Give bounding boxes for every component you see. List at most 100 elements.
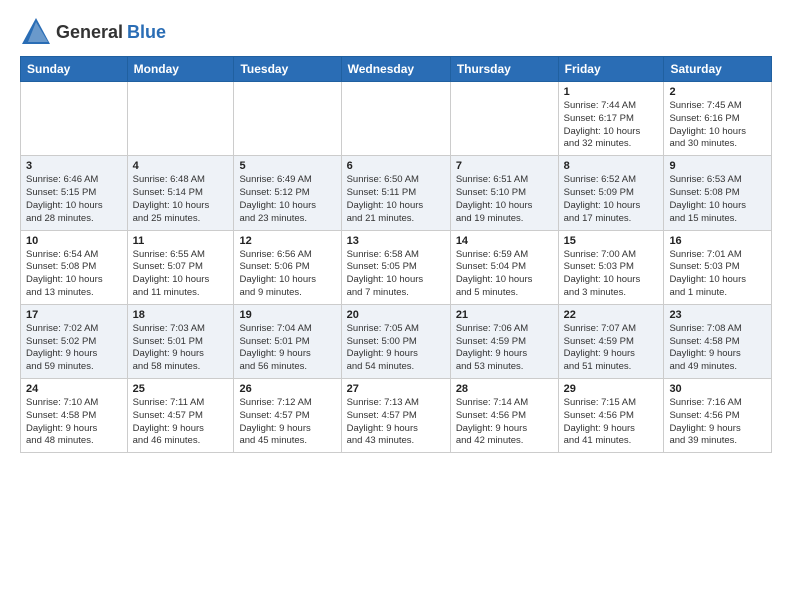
day-number: 9 <box>669 160 766 172</box>
day-number: 22 <box>564 309 659 321</box>
day-number: 23 <box>669 309 766 321</box>
day-number: 20 <box>347 309 445 321</box>
day-cell: 15Sunrise: 7:00 AMSunset: 5:03 PMDayligh… <box>558 230 664 304</box>
day-number: 10 <box>26 235 122 247</box>
day-cell: 27 Sunrise: 7:13 AMSunset: 4:57 PMDayligh… <box>341 379 450 453</box>
day-number: 5 <box>239 160 335 172</box>
weekday-header-tuesday: Tuesday <box>234 57 341 82</box>
day-cell: 14 Sunrise: 6:59 AMSunset: 5:04 PMDayligh… <box>450 230 558 304</box>
week-row-3: 10 Sunrise: 6:54 AMSunset: 5:08 PMDayligh… <box>21 230 772 304</box>
day-info: Sunrise: 6:50 AMSunset: 5:11 PMDaylight:… <box>347 174 445 225</box>
day-cell: 16 Sunrise: 7:01 AMSunset: 5:03 PMDayligh… <box>664 230 772 304</box>
logo-general: General <box>56 22 123 43</box>
day-cell: 25Sunrise: 7:11 AMSunset: 4:57 PMDayligh… <box>127 379 234 453</box>
logo-area: General Blue <box>20 16 166 48</box>
day-info: Sunrise: 7:11 AMSunset: 4:57 PMDaylight:… <box>133 397 229 448</box>
weekday-header-wednesday: Wednesday <box>341 57 450 82</box>
day-cell: 19 Sunrise: 7:04 AMSunset: 5:01 PMDayligh… <box>234 304 341 378</box>
week-row-4: 17 Sunrise: 7:02 AMSunset: 5:02 PMDayligh… <box>21 304 772 378</box>
day-info: Sunrise: 6:54 AMSunset: 5:08 PMDaylight:… <box>26 249 122 300</box>
day-cell: 28 Sunrise: 7:14 AMSunset: 4:56 PMDayligh… <box>450 379 558 453</box>
day-number: 24 <box>26 383 122 395</box>
day-info: Sunrise: 7:14 AMSunset: 4:56 PMDaylight:… <box>456 397 553 448</box>
day-cell: 24 Sunrise: 7:10 AMSunset: 4:58 PMDayligh… <box>21 379 128 453</box>
day-cell: 17 Sunrise: 7:02 AMSunset: 5:02 PMDayligh… <box>21 304 128 378</box>
day-number: 27 <box>347 383 445 395</box>
day-number: 13 <box>347 235 445 247</box>
week-row-1: 1Sunrise: 7:44 AMSunset: 6:17 PMDaylight… <box>21 82 772 156</box>
day-number: 3 <box>26 160 122 172</box>
day-info: Sunrise: 6:49 AMSunset: 5:12 PMDaylight:… <box>239 174 335 225</box>
day-info: Sunrise: 6:48 AMSunset: 5:14 PMDaylight:… <box>133 174 229 225</box>
weekday-header-friday: Friday <box>558 57 664 82</box>
day-info: Sunrise: 6:55 AMSunset: 5:07 PMDaylight:… <box>133 249 229 300</box>
day-info: Sunrise: 7:06 AMSunset: 4:59 PMDaylight:… <box>456 323 553 374</box>
day-cell <box>127 82 234 156</box>
day-cell: 2 Sunrise: 7:45 AMSunset: 6:16 PMDaylight… <box>664 82 772 156</box>
day-cell: 29 Sunrise: 7:15 AMSunset: 4:56 PMDayligh… <box>558 379 664 453</box>
day-info: Sunrise: 7:03 AMSunset: 5:01 PMDaylight:… <box>133 323 229 374</box>
day-number: 30 <box>669 383 766 395</box>
page: General Blue SundayMondayTuesdayWednesda… <box>0 0 792 469</box>
day-cell: 7 Sunrise: 6:51 AMSunset: 5:10 PMDaylight… <box>450 156 558 230</box>
day-number: 12 <box>239 235 335 247</box>
day-number: 14 <box>456 235 553 247</box>
day-info: Sunrise: 7:15 AMSunset: 4:56 PMDaylight:… <box>564 397 659 448</box>
day-cell <box>341 82 450 156</box>
day-number: 28 <box>456 383 553 395</box>
day-cell: 10 Sunrise: 6:54 AMSunset: 5:08 PMDayligh… <box>21 230 128 304</box>
day-info: Sunrise: 7:10 AMSunset: 4:58 PMDaylight:… <box>26 397 122 448</box>
weekday-header-thursday: Thursday <box>450 57 558 82</box>
day-info: Sunrise: 6:56 AMSunset: 5:06 PMDaylight:… <box>239 249 335 300</box>
day-cell: 8Sunrise: 6:52 AMSunset: 5:09 PMDaylight… <box>558 156 664 230</box>
day-info: Sunrise: 7:16 AMSunset: 4:56 PMDaylight:… <box>669 397 766 448</box>
day-number: 16 <box>669 235 766 247</box>
day-info: Sunrise: 7:45 AMSunset: 6:16 PMDaylight:… <box>669 100 766 151</box>
day-number: 6 <box>347 160 445 172</box>
day-info: Sunrise: 7:44 AMSunset: 6:17 PMDaylight:… <box>564 100 659 151</box>
day-cell: 26 Sunrise: 7:12 AMSunset: 4:57 PMDayligh… <box>234 379 341 453</box>
day-cell: 5 Sunrise: 6:49 AMSunset: 5:12 PMDaylight… <box>234 156 341 230</box>
day-cell: 20Sunrise: 7:05 AMSunset: 5:00 PMDayligh… <box>341 304 450 378</box>
day-cell <box>21 82 128 156</box>
day-info: Sunrise: 7:13 AMSunset: 4:57 PMDaylight:… <box>347 397 445 448</box>
day-number: 18 <box>133 309 229 321</box>
day-cell: 18 Sunrise: 7:03 AMSunset: 5:01 PMDayligh… <box>127 304 234 378</box>
day-info: Sunrise: 6:46 AMSunset: 5:15 PMDaylight:… <box>26 174 122 225</box>
day-number: 4 <box>133 160 229 172</box>
logo-blue: Blue <box>127 22 166 43</box>
day-info: Sunrise: 7:01 AMSunset: 5:03 PMDaylight:… <box>669 249 766 300</box>
day-cell <box>450 82 558 156</box>
weekday-header-saturday: Saturday <box>664 57 772 82</box>
day-number: 26 <box>239 383 335 395</box>
day-cell: 4 Sunrise: 6:48 AMSunset: 5:14 PMDaylight… <box>127 156 234 230</box>
day-cell <box>234 82 341 156</box>
day-info: Sunrise: 6:59 AMSunset: 5:04 PMDaylight:… <box>456 249 553 300</box>
day-info: Sunrise: 7:04 AMSunset: 5:01 PMDaylight:… <box>239 323 335 374</box>
weekday-header-row: SundayMondayTuesdayWednesdayThursdayFrid… <box>21 57 772 82</box>
day-info: Sunrise: 7:00 AMSunset: 5:03 PMDaylight:… <box>564 249 659 300</box>
day-cell: 13 Sunrise: 6:58 AMSunset: 5:05 PMDayligh… <box>341 230 450 304</box>
day-cell: 1Sunrise: 7:44 AMSunset: 6:17 PMDaylight… <box>558 82 664 156</box>
day-cell: 21 Sunrise: 7:06 AMSunset: 4:59 PMDayligh… <box>450 304 558 378</box>
day-cell: 23Sunrise: 7:08 AMSunset: 4:58 PMDayligh… <box>664 304 772 378</box>
day-info: Sunrise: 7:02 AMSunset: 5:02 PMDaylight:… <box>26 323 122 374</box>
day-number: 7 <box>456 160 553 172</box>
weekday-header-sunday: Sunday <box>21 57 128 82</box>
day-number: 19 <box>239 309 335 321</box>
day-info: Sunrise: 7:12 AMSunset: 4:57 PMDaylight:… <box>239 397 335 448</box>
logo-icon <box>20 16 52 48</box>
logo-wrapper: General Blue <box>20 16 166 48</box>
day-number: 21 <box>456 309 553 321</box>
day-cell: 12 Sunrise: 6:56 AMSunset: 5:06 PMDayligh… <box>234 230 341 304</box>
day-info: Sunrise: 6:52 AMSunset: 5:09 PMDaylight:… <box>564 174 659 225</box>
day-number: 2 <box>669 86 766 98</box>
day-info: Sunrise: 6:51 AMSunset: 5:10 PMDaylight:… <box>456 174 553 225</box>
day-info: Sunrise: 6:53 AMSunset: 5:08 PMDaylight:… <box>669 174 766 225</box>
day-info: Sunrise: 6:58 AMSunset: 5:05 PMDaylight:… <box>347 249 445 300</box>
weekday-header-monday: Monday <box>127 57 234 82</box>
day-number: 11 <box>133 235 229 247</box>
day-number: 17 <box>26 309 122 321</box>
day-info: Sunrise: 7:07 AMSunset: 4:59 PMDaylight:… <box>564 323 659 374</box>
day-number: 29 <box>564 383 659 395</box>
